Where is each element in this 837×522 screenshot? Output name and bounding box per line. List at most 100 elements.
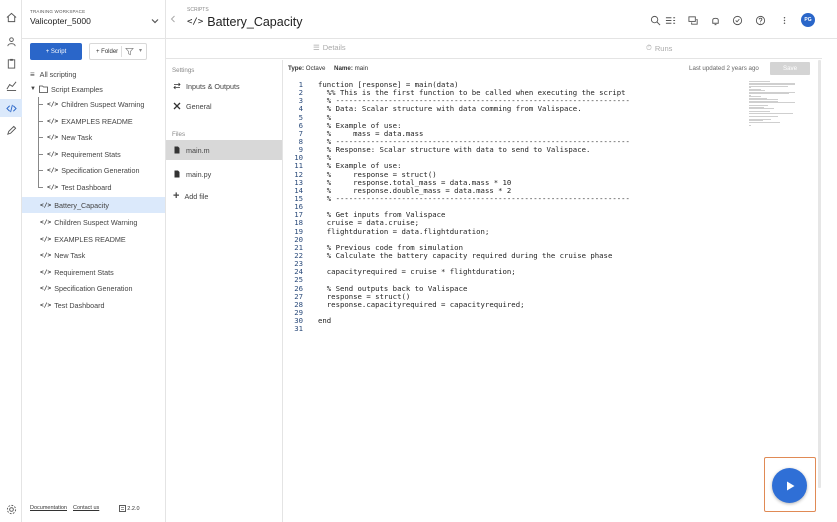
code-icon: </> [40, 301, 52, 309]
code-line[interactable]: 29 [288, 308, 744, 317]
settings-gear-icon[interactable] [4, 502, 18, 516]
documentation-link[interactable]: Documentation [30, 505, 67, 512]
tree-child-item[interactable]: </> New Task [22, 129, 165, 145]
collapse-sidebar-icon[interactable] [170, 14, 176, 24]
folder-script-examples[interactable]: ▼ Script Examples [22, 81, 165, 97]
tree-child-label: EXAMPLES README [61, 116, 133, 126]
analytics-icon[interactable] [4, 78, 18, 92]
pencil-icon[interactable] [4, 123, 18, 137]
general-label: General [186, 101, 212, 111]
code-text[interactable]: flightduration = data.flightduration; [318, 227, 490, 236]
new-script-button[interactable]: + Script [30, 43, 82, 60]
minimap-line [749, 121, 780, 123]
page-title: </> Battery_Capacity [187, 15, 302, 29]
code-line[interactable]: 9 % Response: Scalar structure with data… [288, 145, 744, 154]
general-item[interactable]: General [166, 96, 282, 116]
tab-runs-label: Runs [654, 43, 673, 53]
search-icon[interactable] [648, 13, 662, 27]
tree-child-item[interactable]: </> Specification Generation [22, 162, 165, 178]
folder-expand-icon[interactable]: ▼ [30, 86, 36, 92]
code-editor[interactable]: 1 function [response] = main(data) 2 %% Th… [288, 80, 744, 333]
tree-item[interactable]: </> New Task [22, 247, 165, 263]
code-icon: </> [187, 17, 204, 27]
breadcrumb[interactable]: SCRIPTS [187, 7, 209, 13]
avatar[interactable]: PG [801, 13, 815, 27]
new-folder-label[interactable]: + Folder [90, 49, 118, 55]
code-icon: </> [47, 133, 59, 141]
workspace-selector[interactable]: TRAINING WORKSPACE Valicopter_5000 [30, 9, 160, 33]
file-name: main.py [186, 169, 212, 179]
code-text[interactable]: % --------------------------------------… [318, 194, 630, 203]
name-value: main [354, 65, 369, 72]
code-line[interactable]: 30 end [288, 316, 744, 325]
filter-icon[interactable] [125, 47, 134, 56]
filter-dropdown-icon[interactable]: ▾ [139, 47, 142, 54]
tree-item-label: Specification Generation [54, 283, 133, 293]
add-file-button[interactable]: + Add file [166, 186, 282, 206]
minimap-line [749, 102, 796, 103]
sidebar-footer: Documentation Contact us 2.2.0 [30, 505, 140, 512]
tree-item-selected[interactable]: </> Battery_Capacity [22, 197, 165, 213]
swap-icon [173, 82, 181, 90]
more-vertical-icon[interactable] [777, 13, 791, 27]
code-line[interactable]: 22 % Calculate the battery capacity requ… [288, 251, 744, 260]
users-icon[interactable] [4, 34, 18, 48]
tree-child-item[interactable]: </> Children Suspect Warning [22, 96, 165, 112]
code-line[interactable]: 15 % -----------------------------------… [288, 194, 744, 203]
tree-item[interactable]: </> Requirement Stats [22, 264, 165, 280]
code-text[interactable]: response.capacityrequired = capacityrequ… [318, 300, 525, 309]
tree-item[interactable]: </> Children Suspect Warning [22, 214, 165, 230]
all-scripting-item[interactable]: ≡ All scripting [22, 66, 165, 82]
chevron-down-icon [151, 19, 159, 24]
code-text[interactable]: % Response: Scalar structure with data t… [318, 145, 591, 154]
code-icon: </> [40, 201, 52, 209]
code-icon: </> [40, 268, 52, 276]
version-badge: 2.2.0 [119, 505, 140, 512]
code-line[interactable]: 4 % Data: Scalar structure with data com… [288, 105, 744, 113]
code-text[interactable]: capacityrequired = cruise * flightdurati… [318, 268, 516, 276]
home-icon[interactable] [4, 10, 18, 24]
file-item-selected[interactable]: main.m [166, 140, 282, 160]
vertical-scrollbar[interactable] [818, 60, 821, 488]
code-text[interactable]: end [318, 316, 331, 325]
help-icon[interactable] [753, 13, 767, 27]
inputs-outputs-item[interactable]: Inputs & Outputs [166, 76, 282, 96]
code-line[interactable]: 28 response.capacityrequired = capacityr… [288, 300, 744, 309]
check-circle-icon[interactable] [730, 13, 744, 27]
clipboard-icon[interactable] [4, 56, 18, 70]
tab-runs[interactable]: ⏱ Runs [646, 43, 672, 53]
code-line[interactable]: 19 flightduration = data.flightduration; [288, 227, 744, 236]
settings-section-title: Settings [172, 67, 195, 74]
tree-item[interactable]: </> Specification Generation [22, 280, 165, 296]
plus-icon: + [173, 190, 180, 202]
code-minimap[interactable] [749, 81, 799, 127]
code-text[interactable]: % Data: Scalar structure with data commi… [318, 105, 582, 113]
file-icon [174, 170, 180, 178]
filter-list-icon[interactable] [663, 13, 677, 27]
tree-item[interactable]: </> EXAMPLES README [22, 231, 165, 247]
contact-link[interactable]: Contact us [73, 505, 99, 512]
new-folder-button[interactable]: + Folder ▾ [89, 43, 147, 60]
file-item[interactable]: main.py [166, 164, 282, 184]
bell-icon[interactable] [708, 13, 722, 27]
tree-child-item[interactable]: </> Test Dashboard [22, 179, 165, 195]
tree-child-item[interactable]: </> Requirement Stats [22, 146, 165, 162]
version-text: 2.2.0 [127, 505, 140, 512]
code-line[interactable]: 24 capacityrequired = cruise * flightdur… [288, 268, 744, 276]
tab-details-label: Details [322, 43, 346, 52]
run-script-button[interactable] [772, 468, 807, 503]
add-file-label: Add file [184, 191, 209, 201]
tree-child-item[interactable]: </> EXAMPLES README [22, 113, 165, 129]
tree-child-label: Children Suspect Warning [61, 99, 145, 109]
chat-icon[interactable] [686, 13, 700, 27]
code-line[interactable]: 31 [288, 325, 744, 333]
tree-item[interactable]: </> Test Dashboard [22, 297, 165, 313]
scripting-icon[interactable] [0, 99, 22, 117]
tree-item-label: Battery_Capacity [54, 200, 109, 210]
tab-details[interactable]: ☰ Details [313, 43, 346, 52]
minimap-line [749, 85, 788, 87]
code-text[interactable]: % Calculate the battery capacity require… [318, 251, 613, 260]
code-icon: </> [47, 150, 59, 158]
save-button[interactable]: Save [770, 62, 810, 75]
tree-item-label: EXAMPLES README [54, 234, 126, 244]
